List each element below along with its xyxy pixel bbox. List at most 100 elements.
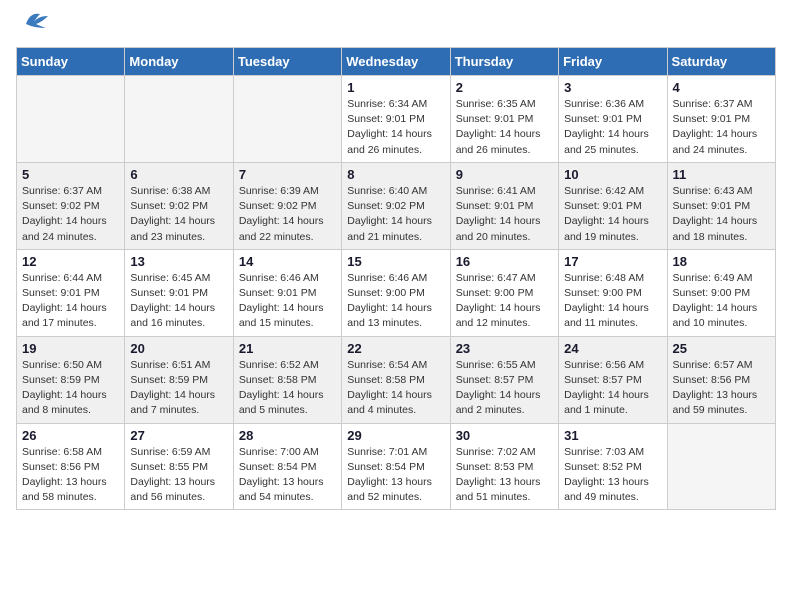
calendar-cell: 10 Sunrise: 6:42 AMSunset: 9:01 PMDayligh… [559,162,667,249]
day-info: Sunrise: 6:42 AMSunset: 9:01 PMDaylight:… [564,184,661,245]
day-number: 25 [673,341,770,356]
calendar-cell: 29 Sunrise: 7:01 AMSunset: 8:54 PMDayligh… [342,423,450,510]
day-number: 16 [456,254,553,269]
day-number: 21 [239,341,336,356]
calendar-cell: 11 Sunrise: 6:43 AMSunset: 9:01 PMDayligh… [667,162,775,249]
day-info: Sunrise: 6:40 AMSunset: 9:02 PMDaylight:… [347,184,444,245]
calendar-week-row: 26 Sunrise: 6:58 AMSunset: 8:56 PMDayligh… [17,423,776,510]
calendar-cell: 22 Sunrise: 6:54 AMSunset: 8:58 PMDayligh… [342,336,450,423]
calendar-cell: 18 Sunrise: 6:49 AMSunset: 9:00 PMDayligh… [667,249,775,336]
day-info: Sunrise: 6:59 AMSunset: 8:55 PMDaylight:… [130,445,227,506]
day-info: Sunrise: 7:00 AMSunset: 8:54 PMDaylight:… [239,445,336,506]
calendar-cell: 21 Sunrise: 6:52 AMSunset: 8:58 PMDayligh… [233,336,341,423]
day-info: Sunrise: 6:52 AMSunset: 8:58 PMDaylight:… [239,358,336,419]
day-info: Sunrise: 6:55 AMSunset: 8:57 PMDaylight:… [456,358,553,419]
day-number: 12 [22,254,119,269]
logo-bird-icon [20,8,50,30]
day-info: Sunrise: 6:46 AMSunset: 9:00 PMDaylight:… [347,271,444,332]
day-number: 2 [456,80,553,95]
calendar-cell: 5 Sunrise: 6:37 AMSunset: 9:02 PMDaylight… [17,162,125,249]
day-info: Sunrise: 6:34 AMSunset: 9:01 PMDaylight:… [347,97,444,158]
day-info: Sunrise: 6:41 AMSunset: 9:01 PMDaylight:… [456,184,553,245]
day-info: Sunrise: 6:46 AMSunset: 9:01 PMDaylight:… [239,271,336,332]
calendar-cell: 9 Sunrise: 6:41 AMSunset: 9:01 PMDaylight… [450,162,558,249]
calendar-week-row: 19 Sunrise: 6:50 AMSunset: 8:59 PMDayligh… [17,336,776,423]
day-number: 5 [22,167,119,182]
day-number: 23 [456,341,553,356]
day-number: 30 [456,428,553,443]
day-number: 17 [564,254,661,269]
day-number: 10 [564,167,661,182]
day-info: Sunrise: 6:44 AMSunset: 9:01 PMDaylight:… [22,271,119,332]
day-info: Sunrise: 7:01 AMSunset: 8:54 PMDaylight:… [347,445,444,506]
calendar-cell: 2 Sunrise: 6:35 AMSunset: 9:01 PMDaylight… [450,76,558,163]
calendar-cell: 17 Sunrise: 6:48 AMSunset: 9:00 PMDayligh… [559,249,667,336]
calendar-cell [233,76,341,163]
day-info: Sunrise: 6:49 AMSunset: 9:00 PMDaylight:… [673,271,770,332]
day-number: 22 [347,341,444,356]
day-info: Sunrise: 6:37 AMSunset: 9:02 PMDaylight:… [22,184,119,245]
weekday-header-thursday: Thursday [450,48,558,76]
day-number: 11 [673,167,770,182]
day-info: Sunrise: 6:50 AMSunset: 8:59 PMDaylight:… [22,358,119,419]
day-number: 9 [456,167,553,182]
calendar-cell: 25 Sunrise: 6:57 AMSunset: 8:56 PMDayligh… [667,336,775,423]
day-number: 1 [347,80,444,95]
calendar-cell: 13 Sunrise: 6:45 AMSunset: 9:01 PMDayligh… [125,249,233,336]
day-number: 19 [22,341,119,356]
day-number: 27 [130,428,227,443]
day-number: 7 [239,167,336,182]
weekday-header-monday: Monday [125,48,233,76]
day-number: 31 [564,428,661,443]
day-info: Sunrise: 7:03 AMSunset: 8:52 PMDaylight:… [564,445,661,506]
day-number: 13 [130,254,227,269]
calendar-table: SundayMondayTuesdayWednesdayThursdayFrid… [16,47,776,510]
day-info: Sunrise: 6:37 AMSunset: 9:01 PMDaylight:… [673,97,770,158]
day-info: Sunrise: 6:58 AMSunset: 8:56 PMDaylight:… [22,445,119,506]
day-number: 14 [239,254,336,269]
calendar-cell: 3 Sunrise: 6:36 AMSunset: 9:01 PMDaylight… [559,76,667,163]
calendar-week-row: 12 Sunrise: 6:44 AMSunset: 9:01 PMDayligh… [17,249,776,336]
calendar-cell: 24 Sunrise: 6:56 AMSunset: 8:57 PMDayligh… [559,336,667,423]
logo [16,16,50,35]
calendar-cell: 23 Sunrise: 6:55 AMSunset: 8:57 PMDayligh… [450,336,558,423]
day-number: 18 [673,254,770,269]
day-info: Sunrise: 6:38 AMSunset: 9:02 PMDaylight:… [130,184,227,245]
calendar-cell: 19 Sunrise: 6:50 AMSunset: 8:59 PMDayligh… [17,336,125,423]
calendar-week-row: 1 Sunrise: 6:34 AMSunset: 9:01 PMDaylight… [17,76,776,163]
day-info: Sunrise: 6:35 AMSunset: 9:01 PMDaylight:… [456,97,553,158]
page-header [16,16,776,35]
day-info: Sunrise: 6:39 AMSunset: 9:02 PMDaylight:… [239,184,336,245]
calendar-cell: 15Sunrise: 6:46 AMSunset: 9:00 PMDayligh… [342,249,450,336]
day-info: Sunrise: 6:57 AMSunset: 8:56 PMDaylight:… [673,358,770,419]
day-number: 28 [239,428,336,443]
calendar-cell: 12 Sunrise: 6:44 AMSunset: 9:01 PMDayligh… [17,249,125,336]
day-number: 3 [564,80,661,95]
calendar-cell: 8Sunrise: 6:40 AMSunset: 9:02 PMDaylight… [342,162,450,249]
calendar-cell: 28 Sunrise: 7:00 AMSunset: 8:54 PMDayligh… [233,423,341,510]
calendar-cell: 26 Sunrise: 6:58 AMSunset: 8:56 PMDayligh… [17,423,125,510]
day-info: Sunrise: 6:45 AMSunset: 9:01 PMDaylight:… [130,271,227,332]
calendar-cell [667,423,775,510]
day-number: 29 [347,428,444,443]
day-info: Sunrise: 6:43 AMSunset: 9:01 PMDaylight:… [673,184,770,245]
calendar-cell: 20Sunrise: 6:51 AMSunset: 8:59 PMDayligh… [125,336,233,423]
day-number: 4 [673,80,770,95]
calendar-cell: 30Sunrise: 7:02 AMSunset: 8:53 PMDayligh… [450,423,558,510]
day-info: Sunrise: 6:47 AMSunset: 9:00 PMDaylight:… [456,271,553,332]
weekday-header-wednesday: Wednesday [342,48,450,76]
calendar-cell: 31 Sunrise: 7:03 AMSunset: 8:52 PMDayligh… [559,423,667,510]
calendar-header-row: SundayMondayTuesdayWednesdayThursdayFrid… [17,48,776,76]
day-number: 24 [564,341,661,356]
calendar-cell: 14 Sunrise: 6:46 AMSunset: 9:01 PMDayligh… [233,249,341,336]
day-number: 20 [130,341,227,356]
day-info: Sunrise: 6:48 AMSunset: 9:00 PMDaylight:… [564,271,661,332]
calendar-cell: 1 Sunrise: 6:34 AMSunset: 9:01 PMDaylight… [342,76,450,163]
day-info: Sunrise: 6:36 AMSunset: 9:01 PMDaylight:… [564,97,661,158]
calendar-cell: 16 Sunrise: 6:47 AMSunset: 9:00 PMDayligh… [450,249,558,336]
day-number: 26 [22,428,119,443]
day-info: Sunrise: 6:54 AMSunset: 8:58 PMDaylight:… [347,358,444,419]
weekday-header-saturday: Saturday [667,48,775,76]
calendar-cell [125,76,233,163]
day-info: Sunrise: 6:56 AMSunset: 8:57 PMDaylight:… [564,358,661,419]
